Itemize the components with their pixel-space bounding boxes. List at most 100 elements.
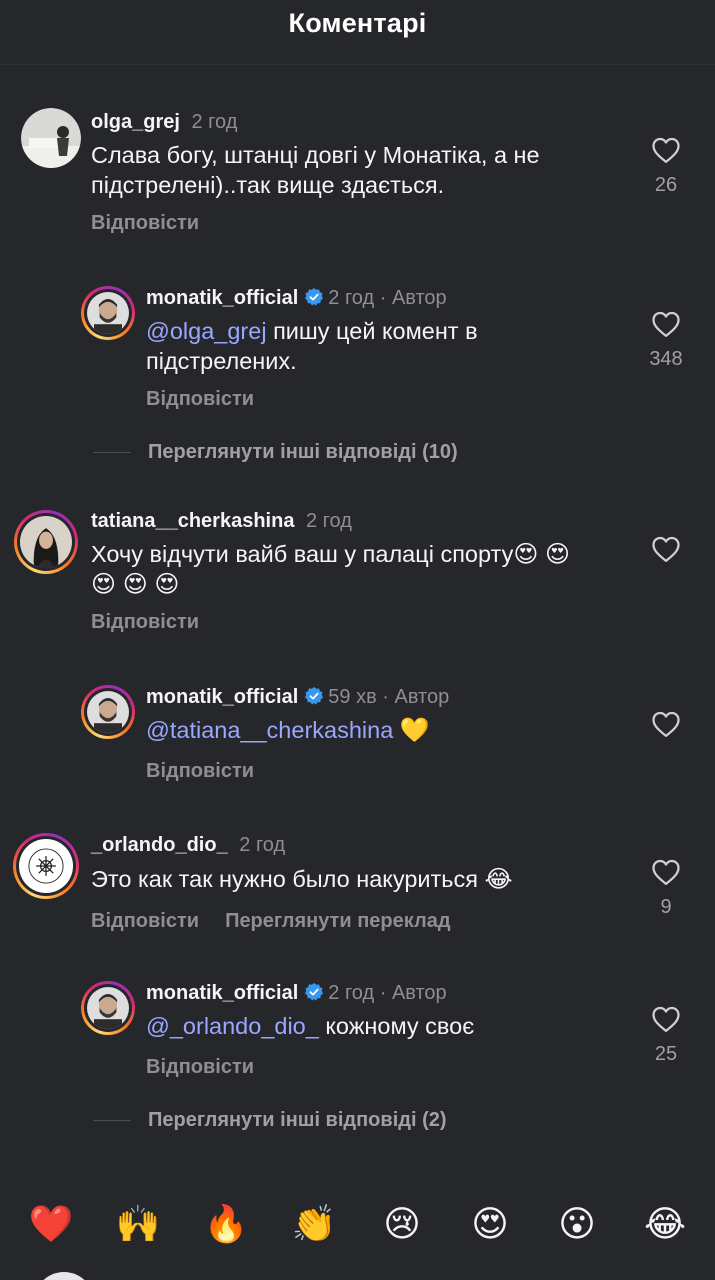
separator-dot: ·	[382, 686, 389, 708]
like-control: 9	[636, 858, 696, 919]
author-label: Автор	[391, 982, 447, 1004]
like-count: 9	[660, 896, 672, 918]
comment-meta: olga_grej 2 год	[91, 110, 237, 134]
avatar[interactable]	[81, 286, 135, 340]
comment-actions: Відповісти	[146, 388, 254, 411]
avatar[interactable]	[21, 108, 81, 168]
reaction-surprised-face[interactable]: 😮	[553, 1200, 601, 1248]
reply-button[interactable]: Відповісти	[146, 1056, 254, 1078]
heart-outline-icon[interactable]	[651, 535, 681, 563]
comment-text-body: кожному своє	[318, 1013, 475, 1039]
emoji-yellow-heart: 💛	[399, 717, 430, 744]
mention-link[interactable]: @tatiana__cherkashina	[146, 717, 393, 743]
like-control: 26	[636, 136, 696, 197]
more-replies-line	[93, 452, 131, 453]
heart-outline-icon[interactable]	[651, 858, 681, 886]
username[interactable]: monatik_official	[146, 686, 298, 708]
reply-button[interactable]: Відповісти	[146, 760, 254, 782]
comment-meta: monatik_official 2 год · Автор	[146, 981, 447, 1005]
heart-outline-icon[interactable]	[651, 310, 681, 338]
emoji-tears-of-joy: 😂	[484, 866, 513, 893]
translate-button[interactable]: Переглянути переклад	[225, 910, 450, 932]
emoji-heart-eyes: 😍 😍 😍	[91, 571, 180, 598]
verified-badge-icon	[305, 288, 324, 306]
comment-actions: Відповісти	[146, 1056, 254, 1079]
author-label: Автор	[394, 686, 450, 708]
like-count: 25	[654, 1043, 678, 1065]
reply-button[interactable]: Відповісти	[91, 910, 199, 932]
comment-text: Слава богу, штанці довгі у Монатіка, а н…	[91, 142, 540, 198]
comment-actions: Відповісти	[91, 611, 199, 634]
avatar[interactable]	[81, 981, 135, 1035]
reply-button[interactable]: Відповісти	[91, 611, 199, 633]
comment-text: @tatiana__cherkashina 💛	[146, 715, 586, 745]
username[interactable]: _orlando_dio_	[91, 834, 228, 856]
view-more-replies-button[interactable]: Переглянути інші відповіді (10)	[148, 441, 458, 464]
avatar[interactable]	[81, 685, 135, 739]
username[interactable]: monatik_official	[146, 287, 298, 309]
timestamp: 59 хв	[328, 686, 377, 708]
timestamp: 2 год	[239, 834, 286, 856]
like-count: 26	[654, 174, 678, 196]
comment-text-body: Это как так нужно было накуриться	[91, 866, 485, 892]
quick-reactions-bar: ❤️ 🙌 🔥 👏 😢 😍 😮 😂	[0, 1196, 715, 1252]
heart-outline-icon[interactable]	[651, 136, 681, 164]
avatar-photo	[19, 839, 73, 893]
separator-dot: ·	[379, 982, 387, 1004]
emoji-heart-eyes: 😍 😍	[513, 541, 571, 568]
comment-text-body: Хочу відчути вайб ваш у палаці спорту	[91, 541, 514, 567]
avatar-photo	[21, 108, 81, 168]
username[interactable]: monatik_official	[146, 982, 298, 1004]
reaction-tears-of-joy[interactable]: 😂	[641, 1200, 689, 1248]
header-divider	[0, 64, 715, 65]
comment-meta: _orlando_dio_ 2 год	[91, 833, 285, 857]
avatar-photo	[87, 292, 129, 334]
reaction-crying-face[interactable]: 😢	[378, 1200, 426, 1248]
comment-meta: monatik_official 59 хв · Автор	[146, 685, 449, 709]
like-count: 348	[649, 348, 683, 370]
more-replies-line	[93, 1120, 131, 1121]
timestamp: 2 год	[328, 982, 375, 1004]
comment-actions: Відповісти	[146, 760, 254, 783]
reaction-fire[interactable]: 🔥	[202, 1200, 250, 1248]
mention-link[interactable]: @_orlando_dio_	[146, 1013, 319, 1039]
comment-actions: Відповісти	[91, 212, 199, 235]
comment-text: @olga_grej пишу цей комент в підстрелени…	[146, 316, 536, 376]
username[interactable]: olga_grej	[91, 111, 180, 133]
comment-actions: Відповісти Переглянути переклад	[91, 910, 451, 933]
comment-text: Хочу відчути вайб ваш у палаці спорту😍 😍…	[91, 539, 631, 599]
mention-link[interactable]: @olga_grej	[146, 318, 267, 344]
timestamp: 2 год	[306, 510, 352, 532]
verified-badge-icon	[305, 983, 324, 1001]
separator-dot: ·	[379, 287, 387, 309]
avatar-photo	[87, 691, 129, 733]
like-control: 348	[636, 310, 696, 371]
reply-button[interactable]: Відповісти	[146, 388, 254, 410]
reaction-clapping-hands[interactable]: 👏	[290, 1200, 338, 1248]
avatar-photo	[87, 987, 129, 1029]
view-more-replies-button[interactable]: Переглянути інші відповіді (2)	[148, 1109, 447, 1132]
comment-text: @_orlando_dio_ кожному своє	[146, 1011, 586, 1041]
username[interactable]: tatiana__cherkashina	[91, 510, 294, 532]
heart-outline-icon[interactable]	[651, 1005, 681, 1033]
heart-outline-icon[interactable]	[651, 710, 681, 738]
avatar-photo	[20, 516, 72, 568]
reaction-red-heart[interactable]: ❤️	[27, 1200, 75, 1248]
reaction-raising-hands[interactable]: 🙌	[114, 1200, 162, 1248]
page-title: Коментарі	[288, 8, 427, 38]
avatar[interactable]	[14, 510, 78, 574]
like-control	[636, 535, 696, 563]
author-label: Автор	[391, 287, 447, 309]
header: Коментарі	[0, 0, 715, 50]
reply-button[interactable]: Відповісти	[91, 212, 199, 234]
avatar[interactable]	[13, 833, 79, 899]
verified-badge-icon	[305, 687, 324, 705]
like-control	[636, 710, 696, 738]
reaction-heart-eyes[interactable]: 😍	[466, 1200, 514, 1248]
comment-meta: tatiana__cherkashina 2 год	[91, 509, 352, 533]
like-control: 25	[636, 1005, 696, 1066]
composer-avatar	[34, 1272, 94, 1280]
timestamp: 2 год	[328, 287, 375, 309]
comment-meta: monatik_official 2 год · Автор	[146, 286, 447, 310]
comments-screen: Коментарі olga_grej 2 год Слава богу, шт…	[0, 0, 715, 1280]
